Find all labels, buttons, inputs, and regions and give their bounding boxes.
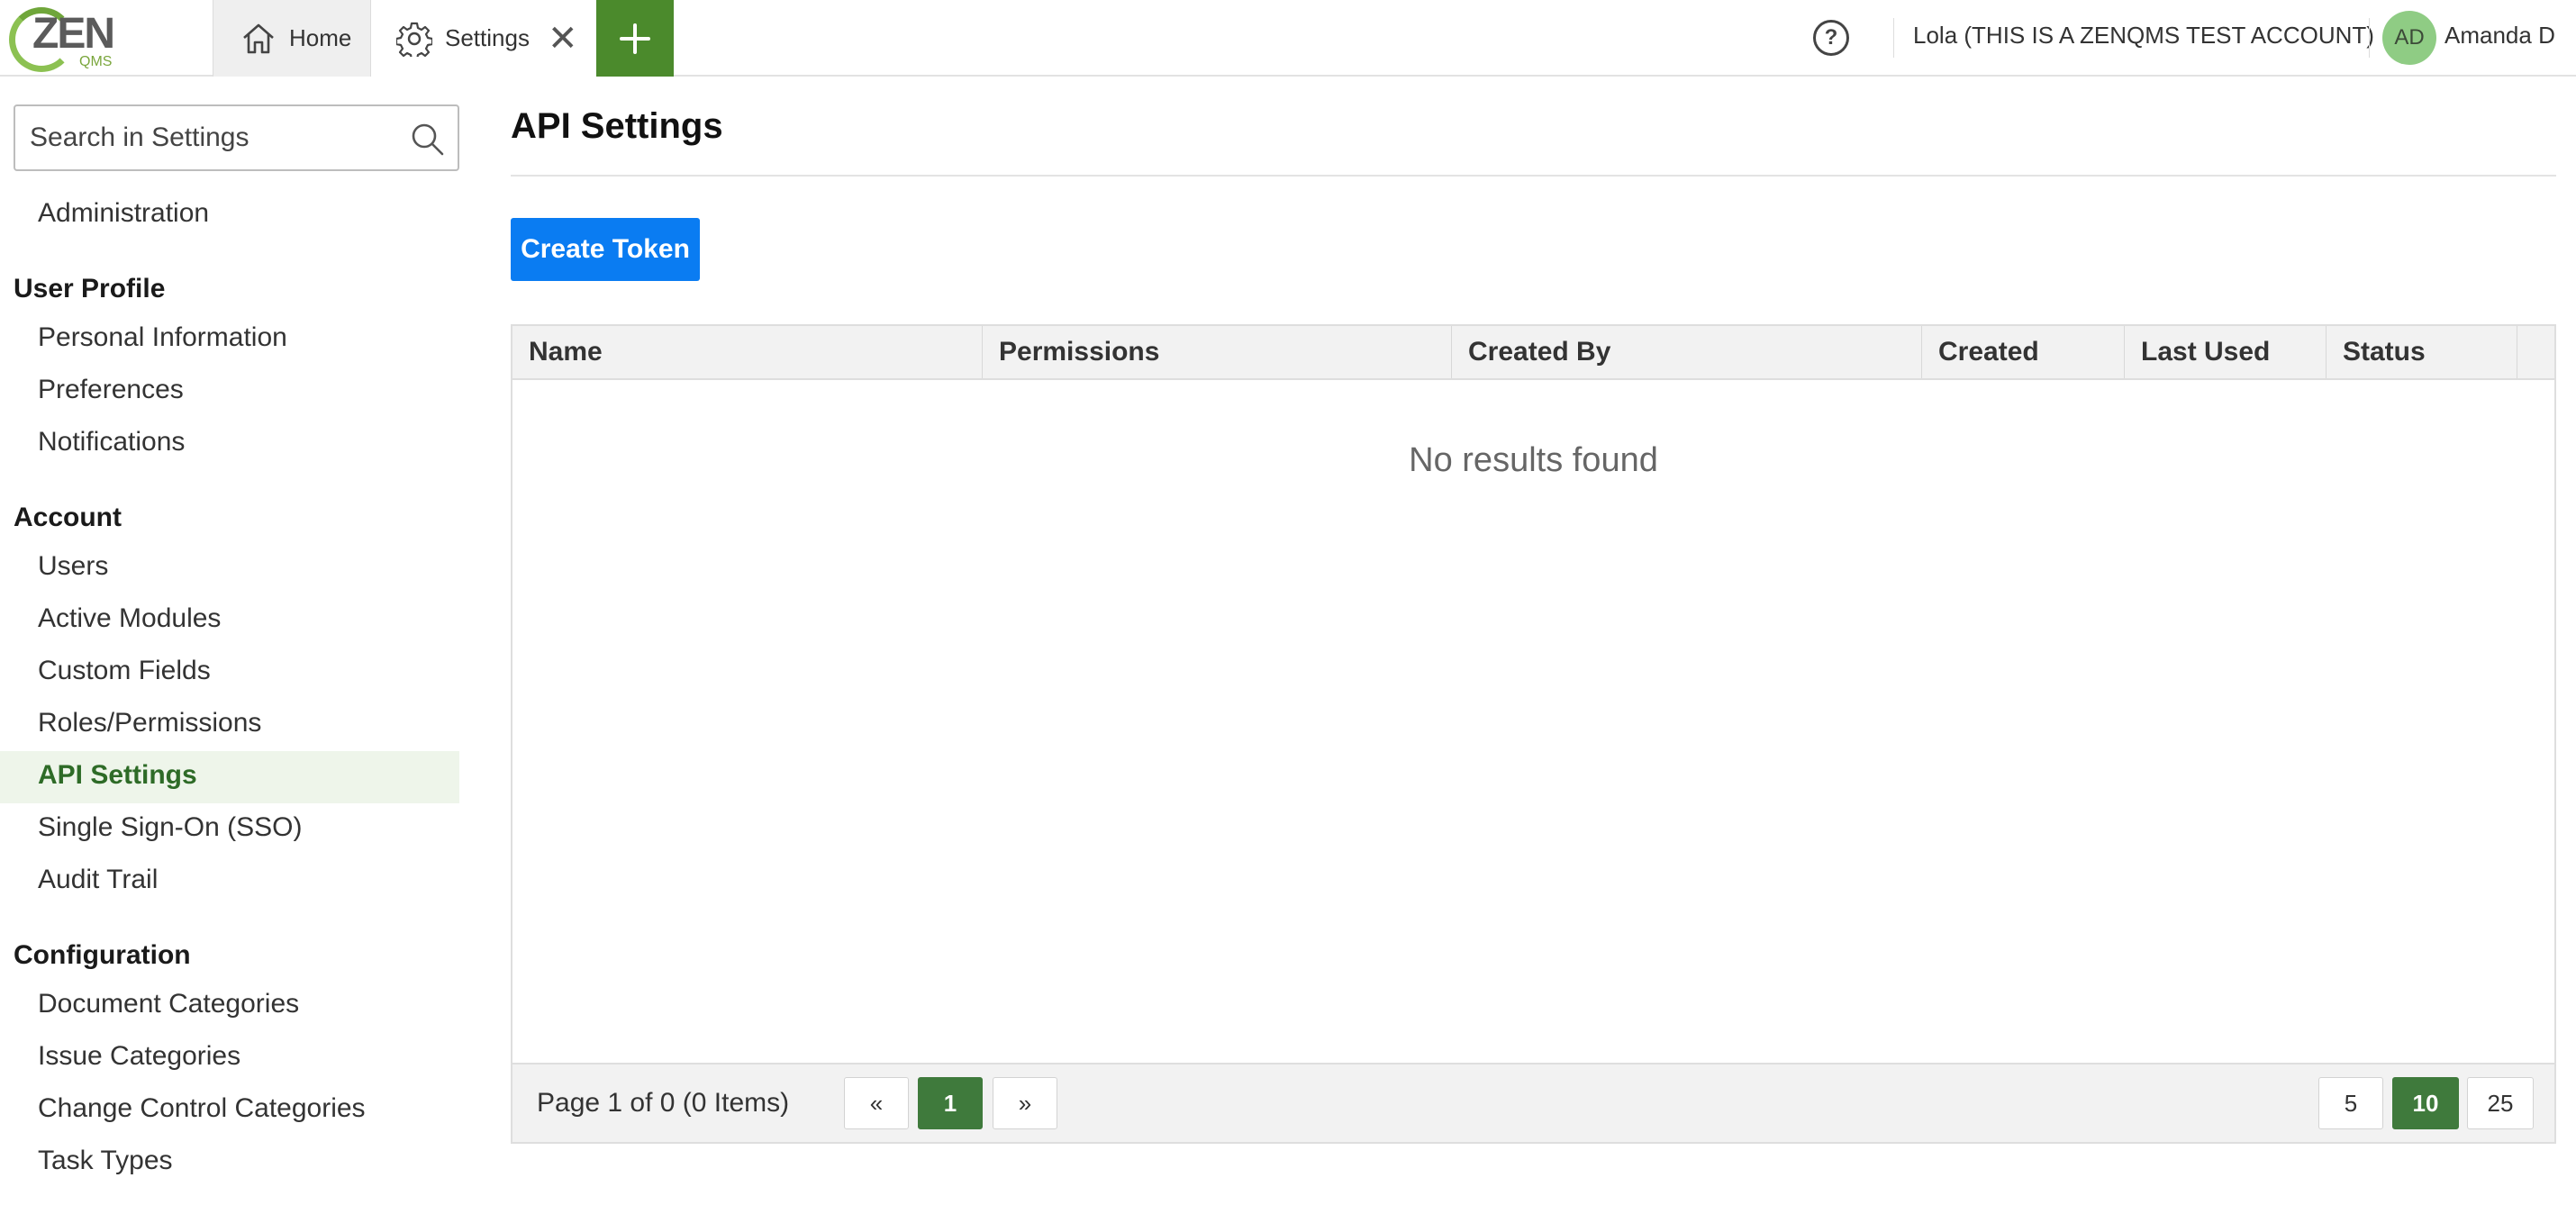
sidebar-heading-user-profile: User Profile [14, 274, 166, 304]
column-header-created[interactable]: Created [1922, 326, 2125, 378]
tab-settings-label: Settings [445, 24, 530, 51]
settings-sidebar: Administration User Profile Personal Inf… [0, 77, 459, 1205]
zenqms-logo[interactable]: ZEN QMS [5, 2, 115, 74]
top-bar: ZEN QMS Home Settings ✕ ? Lola (THIS IS … [0, 0, 2576, 77]
previous-page-button[interactable]: « [844, 1077, 909, 1129]
sidebar-item-notifications[interactable]: Notifications [38, 427, 185, 458]
help-icon[interactable]: ? [1813, 20, 1849, 56]
sidebar-item-audit-trail[interactable]: Audit Trail [38, 865, 158, 895]
sidebar-search [14, 104, 459, 171]
pagination-info: Page 1 of 0 (0 Items) [537, 1088, 790, 1118]
sidebar-item-administration[interactable]: Administration [38, 198, 209, 229]
user-menu[interactable]: Amanda D [2444, 22, 2555, 50]
tab-home[interactable]: Home [213, 0, 371, 77]
sidebar-heading-configuration: Configuration [14, 940, 191, 970]
sidebar-heading-account: Account [14, 503, 122, 532]
column-header-status[interactable]: Status [2327, 326, 2517, 378]
sidebar-item-task-types[interactable]: Task Types [38, 1146, 173, 1176]
tab-settings[interactable]: Settings ✕ [371, 0, 596, 77]
sidebar-item-issue-categories[interactable]: Issue Categories [38, 1041, 240, 1072]
title-divider [511, 175, 2556, 177]
empty-state-message: No results found [1409, 441, 1658, 479]
plus-icon [620, 23, 650, 54]
api-tokens-table: Name Permissions Created By Created Last… [511, 324, 2556, 1144]
sidebar-item-active-modules[interactable]: Active Modules [38, 603, 221, 634]
avatar[interactable]: AD [2382, 11, 2436, 65]
page-1-button[interactable]: 1 [918, 1077, 983, 1129]
sidebar-item-document-categories[interactable]: Document Categories [38, 989, 299, 1019]
sidebar-item-users[interactable]: Users [38, 551, 108, 582]
page-size-10-button[interactable]: 10 [2392, 1077, 2459, 1129]
logo-text: ZEN [32, 10, 115, 58]
column-header-permissions[interactable]: Permissions [983, 326, 1452, 378]
search-icon[interactable] [409, 121, 445, 157]
page-size-25-button[interactable]: 25 [2467, 1077, 2534, 1129]
sidebar-item-preferences[interactable]: Preferences [38, 375, 184, 405]
sidebar-item-personal-information[interactable]: Personal Information [38, 322, 287, 353]
create-token-button[interactable]: Create Token [511, 218, 700, 281]
page-size-5-button[interactable]: 5 [2318, 1077, 2383, 1129]
column-header-created-by[interactable]: Created By [1452, 326, 1922, 378]
table-pagination: Page 1 of 0 (0 Items) « 1 » 5 10 25 [512, 1063, 2554, 1142]
next-page-button[interactable]: » [993, 1077, 1057, 1129]
column-header-name[interactable]: Name [512, 326, 983, 378]
sidebar-item-roles-permissions[interactable]: Roles/Permissions [38, 708, 261, 738]
table-header: Name Permissions Created By Created Last… [512, 326, 2554, 380]
home-icon [243, 23, 274, 53]
sidebar-item-sso[interactable]: Single Sign-On (SSO) [38, 812, 302, 843]
header-divider [2369, 18, 2370, 58]
sidebar-item-custom-fields[interactable]: Custom Fields [38, 656, 211, 686]
account-name[interactable]: Lola (THIS IS A ZENQMS TEST ACCOUNT) [1913, 22, 2374, 50]
add-tab-button[interactable] [596, 0, 674, 77]
sidebar-item-change-control-categories[interactable]: Change Control Categories [38, 1093, 366, 1124]
search-input[interactable] [30, 106, 390, 169]
logo-subtext: QMS [79, 54, 113, 69]
gear-icon [396, 22, 432, 57]
tab-home-label: Home [289, 24, 352, 51]
close-tab-icon[interactable]: ✕ [548, 21, 578, 57]
header-divider [1893, 18, 1894, 58]
sidebar-item-api-settings[interactable]: API Settings [38, 760, 197, 791]
page-title: API Settings [511, 106, 723, 146]
column-header-last-used[interactable]: Last Used [2125, 326, 2327, 378]
